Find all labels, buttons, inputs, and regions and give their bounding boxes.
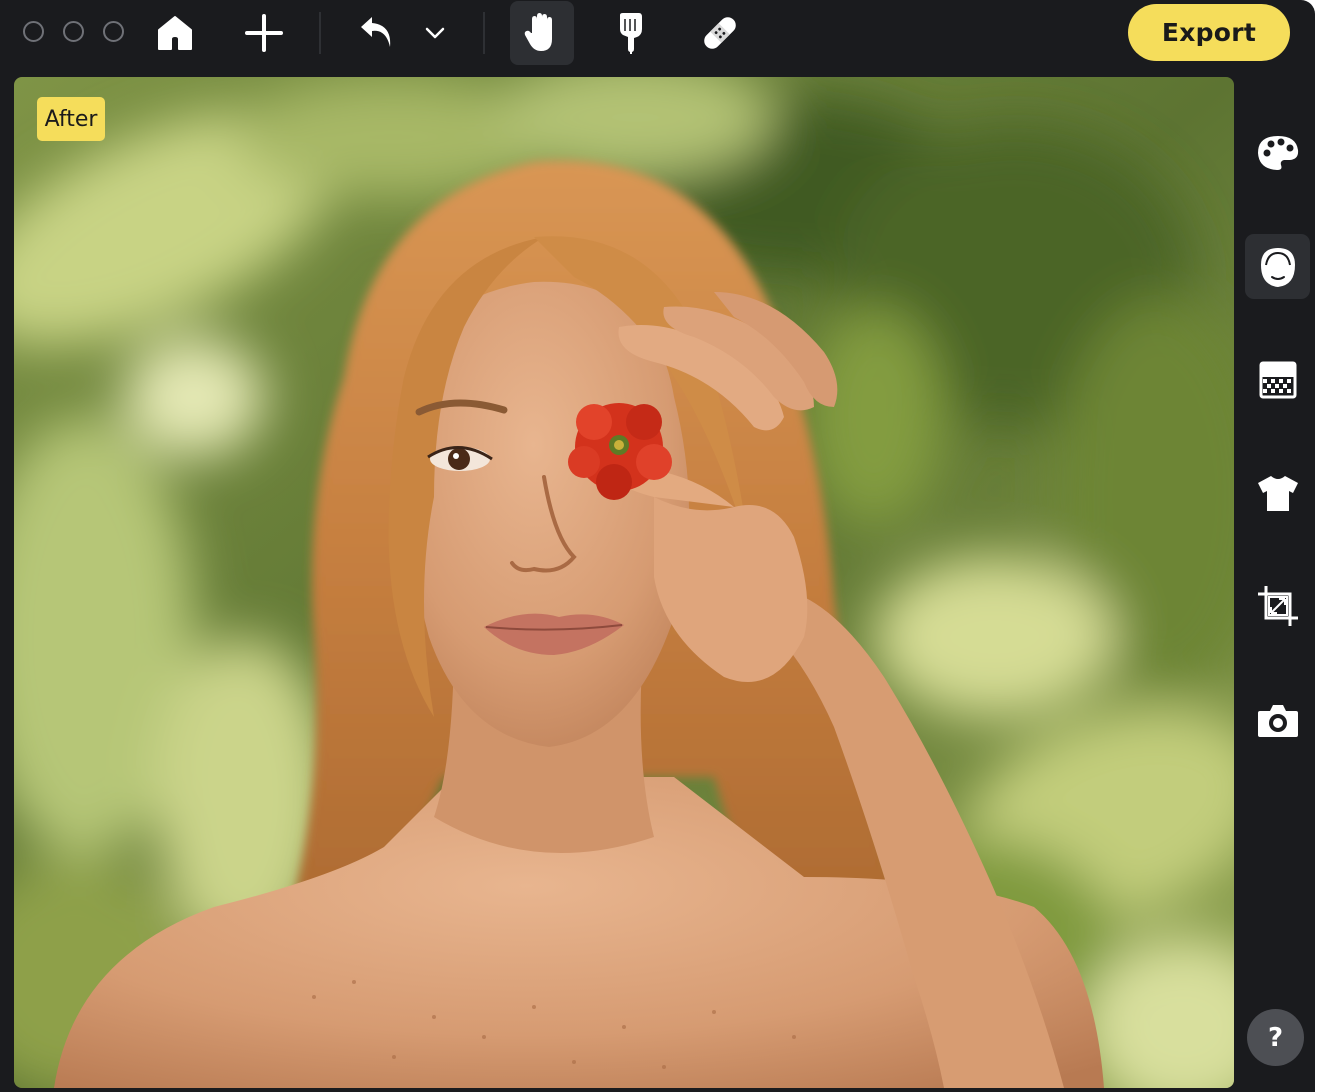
camera-button[interactable] <box>1245 687 1310 752</box>
add-button[interactable] <box>232 1 296 65</box>
undo-button[interactable] <box>346 1 410 65</box>
hand-tool-button[interactable] <box>510 1 574 65</box>
clothes-button[interactable] <box>1245 460 1310 525</box>
face-retouch-button[interactable] <box>1245 234 1310 299</box>
plus-icon <box>245 14 283 52</box>
home-icon <box>158 16 192 50</box>
finger-tap-icon <box>620 13 642 54</box>
face-icon <box>1260 247 1295 287</box>
after-badge: After <box>37 97 105 141</box>
palette-icon <box>1257 135 1298 170</box>
toolbar-divider <box>319 12 321 54</box>
tap-tool-button[interactable] <box>599 1 663 65</box>
photo-editor-window: Export After ? <box>0 0 1315 1092</box>
shirt-icon <box>1257 475 1298 511</box>
color-adjust-button[interactable] <box>1245 120 1310 185</box>
undo-icon <box>361 17 391 47</box>
toolbar-divider <box>483 12 485 54</box>
crop-icon <box>1257 585 1298 626</box>
help-button[interactable]: ? <box>1247 1009 1304 1066</box>
undo-history-dropdown[interactable] <box>403 1 467 65</box>
window-close-button[interactable] <box>23 21 44 42</box>
heal-tool-button[interactable] <box>688 1 752 65</box>
window-minimize-button[interactable] <box>63 21 84 42</box>
hand-icon <box>524 13 552 51</box>
home-button[interactable] <box>143 1 207 65</box>
bandage-icon <box>704 17 736 49</box>
window-zoom-button[interactable] <box>103 21 124 42</box>
crop-button[interactable] <box>1245 573 1310 638</box>
portrait-photo <box>14 77 1234 1088</box>
camera-icon <box>1257 704 1298 737</box>
top-toolbar: Export <box>0 0 1315 66</box>
background-icon <box>1259 361 1296 398</box>
background-button[interactable] <box>1245 347 1310 412</box>
image-canvas[interactable]: After <box>14 77 1234 1088</box>
chevron-down-icon <box>425 27 445 39</box>
export-button[interactable]: Export <box>1128 4 1290 61</box>
